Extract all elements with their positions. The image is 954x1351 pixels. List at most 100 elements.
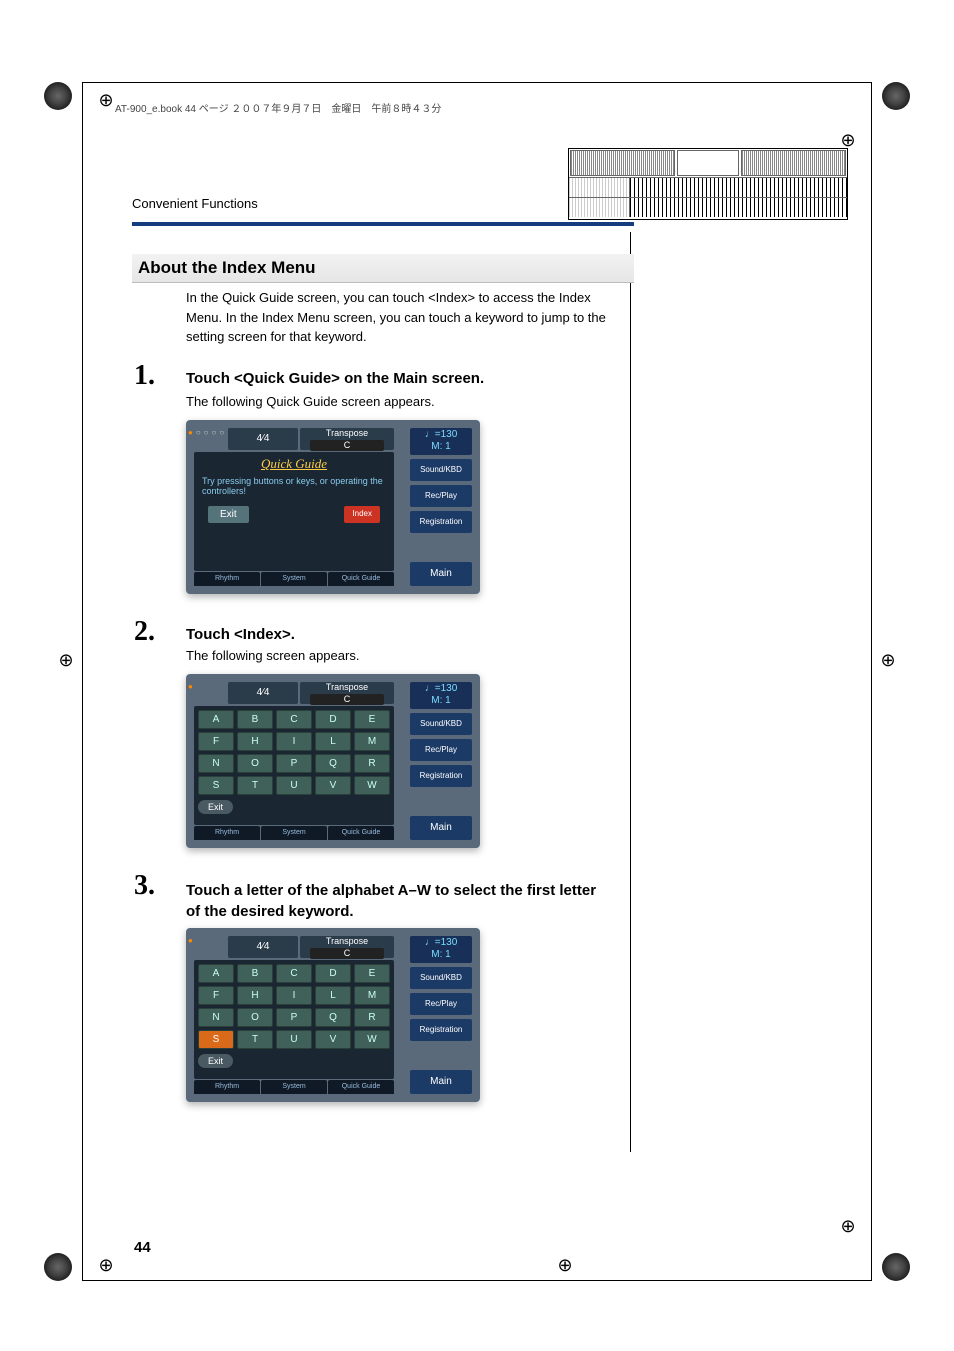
index-key-m[interactable]: M [354, 986, 390, 1005]
index-key-w[interactable]: W [354, 776, 390, 795]
index-button[interactable]: Index [344, 506, 380, 523]
step-title: Touch a letter of the alphabet A–W to se… [186, 880, 606, 922]
tab-system[interactable]: System [261, 1080, 327, 1094]
tempo-value: ♩=130 [410, 429, 472, 441]
indicator-dots-icon: ●○○○○ [188, 428, 227, 437]
index-key-q[interactable]: Q [315, 754, 351, 773]
index-key-l[interactable]: L [315, 986, 351, 1005]
rec-play-button[interactable]: Rec/Play [410, 739, 472, 761]
index-key-f[interactable]: F [198, 732, 234, 751]
index-key-l[interactable]: L [315, 732, 351, 751]
section-divider [132, 222, 634, 226]
exit-button[interactable]: Exit [198, 800, 233, 814]
index-key-e[interactable]: E [354, 964, 390, 983]
index-key-a[interactable]: A [198, 710, 234, 729]
index-key-i[interactable]: I [276, 732, 312, 751]
transpose-display: Transpose C [300, 936, 394, 958]
index-key-s[interactable]: S [198, 1030, 234, 1049]
index-key-m[interactable]: M [354, 732, 390, 751]
tab-system[interactable]: System [261, 826, 327, 840]
index-key-n[interactable]: N [198, 754, 234, 773]
index-panel: A B C D E F H I L M N O P Q R S [194, 960, 394, 1079]
step-number: 2. [134, 616, 155, 648]
index-key-c[interactable]: C [276, 710, 312, 729]
registration-button[interactable]: Registration [410, 1019, 472, 1041]
tempo-value: ♩=130 [410, 683, 472, 695]
index-key-r[interactable]: R [354, 1008, 390, 1027]
index-key-a[interactable]: A [198, 964, 234, 983]
index-key-t[interactable]: T [237, 776, 273, 795]
device-layout-diagram [568, 148, 848, 220]
index-key-e[interactable]: E [354, 710, 390, 729]
tab-quick-guide[interactable]: Quick Guide [328, 572, 394, 586]
index-key-o[interactable]: O [237, 754, 273, 773]
main-button[interactable]: Main [410, 816, 472, 840]
index-key-h[interactable]: H [237, 986, 273, 1005]
rec-play-button[interactable]: Rec/Play [410, 993, 472, 1015]
subsection-heading: About the Index Menu [132, 254, 634, 283]
transpose-value: C [310, 694, 384, 705]
index-key-q[interactable]: Q [315, 1008, 351, 1027]
time-signature: 4⁄4 [228, 428, 298, 450]
measure-value: M: 1 [410, 695, 472, 707]
index-key-s[interactable]: S [198, 776, 234, 795]
transpose-label: Transpose [326, 428, 368, 438]
index-key-h[interactable]: H [237, 732, 273, 751]
index-key-v[interactable]: V [315, 776, 351, 795]
index-key-o[interactable]: O [237, 1008, 273, 1027]
time-signature: 4⁄4 [228, 936, 298, 958]
index-key-p[interactable]: P [276, 754, 312, 773]
step-subtext: The following Quick Guide screen appears… [186, 394, 435, 409]
registration-mark-icon: ⊕ [56, 650, 76, 670]
step-title: Touch <Index>. [186, 626, 295, 643]
exit-button[interactable]: Exit [208, 506, 249, 523]
index-key-n[interactable]: N [198, 1008, 234, 1027]
step-number: 1. [134, 360, 155, 392]
sound-kbd-button[interactable]: Sound/KBD [410, 967, 472, 989]
transpose-label: Transpose [326, 936, 368, 946]
exit-button[interactable]: Exit [198, 1054, 233, 1068]
transpose-display: Transpose C [300, 682, 394, 704]
tab-rhythm[interactable]: Rhythm [194, 826, 260, 840]
index-key-p[interactable]: P [276, 1008, 312, 1027]
tab-system[interactable]: System [261, 572, 327, 586]
main-button[interactable]: Main [410, 562, 472, 586]
column-divider [630, 232, 631, 1152]
tempo-display: ♩=130 M: 1 [410, 428, 472, 455]
index-panel: A B C D E F H I L M N O P Q R S [194, 706, 394, 825]
page-number: 44 [134, 1239, 151, 1256]
index-menu-screenshot: ● 4⁄4 Transpose C A B C D E F H I L M [186, 674, 480, 848]
main-button[interactable]: Main [410, 1070, 472, 1094]
index-key-v[interactable]: V [315, 1030, 351, 1049]
tab-rhythm[interactable]: Rhythm [194, 572, 260, 586]
sound-kbd-button[interactable]: Sound/KBD [410, 459, 472, 481]
document-header: AT-900_e.book 44 ページ ２００７年９月７日 金曜日 午前８時４… [115, 100, 441, 115]
index-key-t[interactable]: T [237, 1030, 273, 1049]
index-key-d[interactable]: D [315, 964, 351, 983]
index-key-b[interactable]: B [237, 710, 273, 729]
tab-quick-guide[interactable]: Quick Guide [328, 1080, 394, 1094]
quick-guide-title: Quick Guide [198, 456, 390, 472]
tab-quick-guide[interactable]: Quick Guide [328, 826, 394, 840]
index-key-i[interactable]: I [276, 986, 312, 1005]
registration-mark-icon: ⊕ [878, 650, 898, 670]
tempo-display: ♩=130 M: 1 [410, 682, 472, 709]
transpose-value: C [310, 948, 384, 959]
index-key-f[interactable]: F [198, 986, 234, 1005]
rec-play-button[interactable]: Rec/Play [410, 485, 472, 507]
sound-kbd-button[interactable]: Sound/KBD [410, 713, 472, 735]
transpose-label: Transpose [326, 682, 368, 692]
index-key-w[interactable]: W [354, 1030, 390, 1049]
registration-button[interactable]: Registration [410, 765, 472, 787]
tab-rhythm[interactable]: Rhythm [194, 1080, 260, 1094]
quick-guide-message: Try pressing buttons or keys, or operati… [198, 476, 390, 496]
index-key-r[interactable]: R [354, 754, 390, 773]
index-key-b[interactable]: B [237, 964, 273, 983]
index-key-d[interactable]: D [315, 710, 351, 729]
index-key-u[interactable]: U [276, 1030, 312, 1049]
index-key-u[interactable]: U [276, 776, 312, 795]
index-key-c[interactable]: C [276, 964, 312, 983]
printer-mark-tl [44, 82, 72, 110]
registration-button[interactable]: Registration [410, 511, 472, 533]
indicator-dots-icon: ● [188, 936, 196, 945]
